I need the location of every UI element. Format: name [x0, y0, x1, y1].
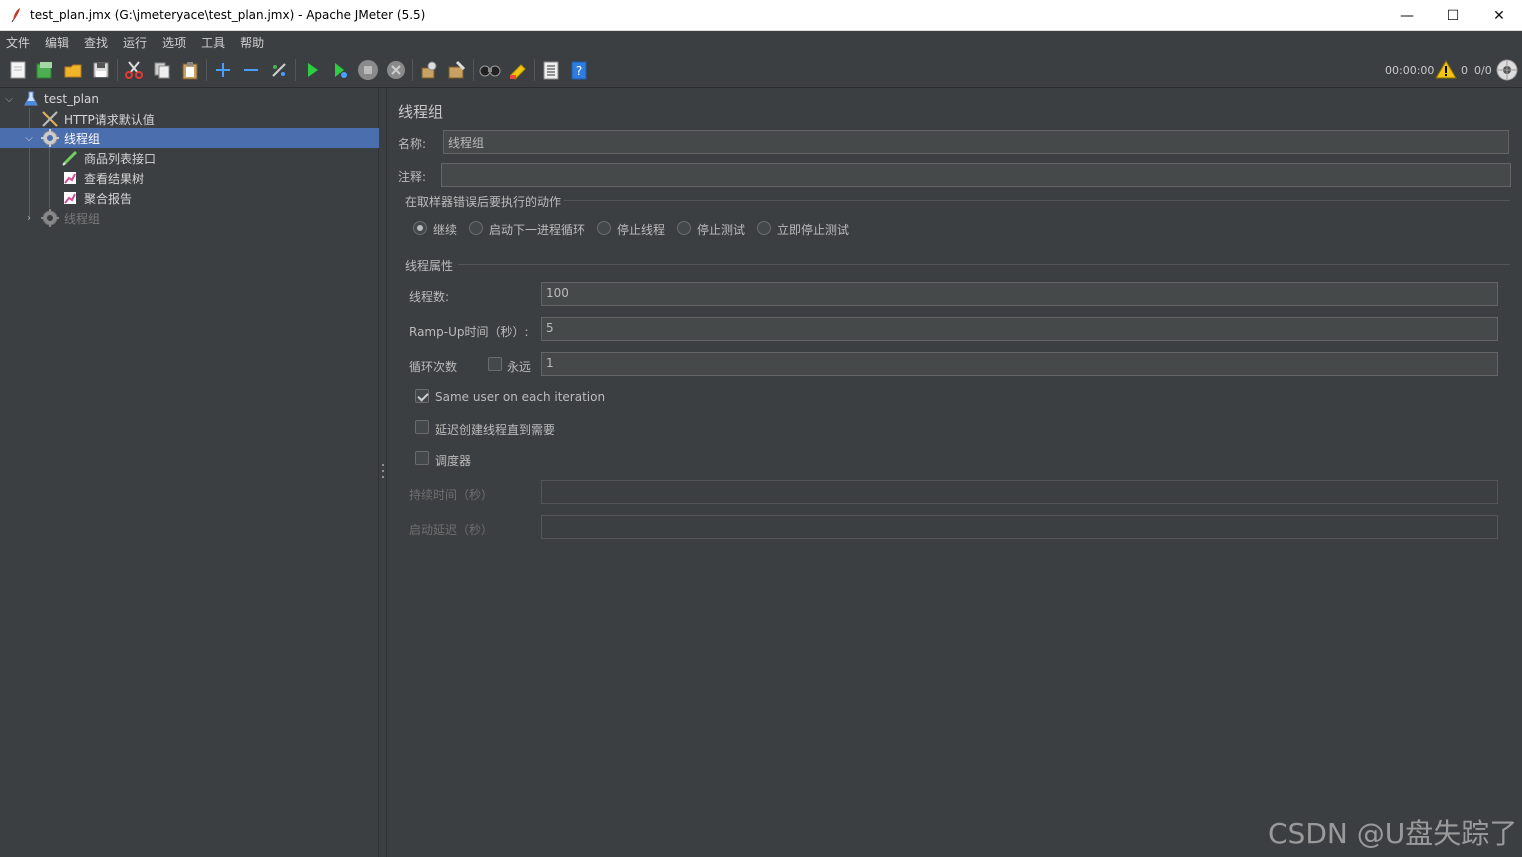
startup-delay-field[interactable]	[541, 515, 1498, 539]
startup-delay-label: 启动延迟（秒）	[409, 523, 494, 537]
window-title: test_plan.jmx (G:\jmeteryace\test_plan.j…	[30, 8, 426, 22]
scheduler-checkbox[interactable]	[415, 451, 429, 465]
same-user-label: Same user on each iteration	[435, 390, 606, 404]
radio-stop-test-now[interactable]	[757, 221, 771, 235]
toggle-icon[interactable]	[267, 58, 291, 82]
thread-group-icon	[41, 129, 59, 147]
tree-item-aggregate-report[interactable]: 聚合报告	[0, 188, 379, 208]
copy-icon[interactable]	[150, 58, 174, 82]
close-button[interactable]: ✕	[1476, 0, 1522, 31]
expand-icon[interactable]	[211, 58, 235, 82]
delay-thread-creation-label: 延迟创建线程直到需要	[435, 423, 556, 437]
radio-stop-test-label: 停止测试	[697, 223, 746, 237]
menu-run[interactable]: 运行	[119, 34, 153, 51]
thread-count: 0/0	[1474, 64, 1492, 77]
open-icon[interactable]	[61, 58, 85, 82]
same-user-checkbox[interactable]	[415, 389, 429, 403]
page-title: 线程组	[398, 103, 444, 121]
radio-stop-test[interactable]	[677, 221, 691, 235]
listener-icon	[61, 169, 79, 187]
tree-item-thread-group-disabled[interactable]: › 线程组	[0, 208, 379, 228]
clear-icon[interactable]	[417, 58, 441, 82]
minimize-button[interactable]: —	[1384, 0, 1430, 31]
search-icon[interactable]	[478, 58, 502, 82]
thread-group-editor: 线程组 名称: 线程组 注释: 在取样器错误后要执行的动作 继续 启动下一进程循…	[388, 88, 1522, 857]
radio-stop-thread-label: 停止线程	[617, 223, 666, 237]
config-element-icon	[41, 110, 59, 128]
new-icon[interactable]	[6, 58, 30, 82]
radio-continue[interactable]	[413, 221, 427, 235]
tree-item-test-plan[interactable]: ⌵ test_plan	[0, 89, 379, 109]
chevron-down-icon[interactable]: ⌵	[4, 94, 14, 105]
menu-file[interactable]: 文件	[2, 34, 36, 51]
thread-group-icon	[41, 209, 59, 227]
scheduler-label: 调度器	[435, 454, 472, 468]
threads-field[interactable]: 100	[541, 282, 1498, 306]
help-icon[interactable]: ?	[567, 58, 591, 82]
radio-start-next-loop[interactable]	[469, 221, 483, 235]
duration-label: 持续时间（秒）	[409, 488, 494, 502]
start-no-pause-icon[interactable]	[328, 58, 352, 82]
error-action-title: 在取样器错误后要执行的动作	[405, 195, 562, 209]
templates-icon[interactable]	[33, 58, 57, 82]
radio-start-next-loop-label: 启动下一进程循环	[489, 223, 586, 237]
watermark: CSDN @U盘失踪了	[1268, 817, 1518, 850]
name-label: 名称:	[398, 137, 427, 151]
error-count: 0	[1461, 64, 1468, 77]
loop-count-label: 循环次数	[409, 360, 458, 374]
test-plan-tree: ⌵ test_plan HTTP请求默认值 ⌵ 线程组 商品列表接口 查看结果树	[0, 88, 379, 857]
tree-item-view-results-tree[interactable]: 查看结果树	[0, 168, 379, 188]
paste-icon[interactable]	[178, 58, 202, 82]
clear-all-icon[interactable]	[445, 58, 469, 82]
menu-tools[interactable]: 工具	[197, 34, 231, 51]
menu-bar: 文件 编辑 查找 运行 选项 工具 帮助	[0, 31, 1522, 53]
start-icon[interactable]	[300, 58, 324, 82]
comment-field[interactable]	[441, 163, 1511, 187]
menu-edit[interactable]: 编辑	[41, 34, 75, 51]
collapse-icon[interactable]	[239, 58, 263, 82]
menu-options[interactable]: 选项	[158, 34, 192, 51]
radio-stop-test-now-label: 立即停止测试	[777, 223, 850, 237]
maximize-button[interactable]: ☐	[1430, 0, 1476, 31]
thread-props-title: 线程属性	[405, 259, 454, 273]
test-plan-icon	[22, 90, 40, 108]
tree-item-http-defaults[interactable]: HTTP请求默认值	[0, 109, 379, 129]
elapsed-time: 00:00:00	[1385, 64, 1435, 77]
svg-text:?: ?	[576, 64, 582, 78]
pane-splitter[interactable]	[379, 88, 387, 857]
jmeter-feather-icon	[9, 7, 23, 23]
threads-label: 线程数:	[409, 290, 450, 304]
rampup-field[interactable]: 5	[541, 317, 1498, 341]
reset-search-icon[interactable]	[506, 58, 530, 82]
splitter-grip-icon[interactable]	[381, 464, 384, 478]
function-helper-icon[interactable]	[539, 58, 563, 82]
loop-count-field[interactable]: 1	[541, 352, 1498, 376]
name-field[interactable]: 线程组	[443, 130, 1509, 154]
tree-item-product-list[interactable]: 商品列表接口	[0, 148, 379, 168]
duration-field[interactable]	[541, 480, 1498, 504]
chevron-right-icon[interactable]: ›	[24, 213, 34, 224]
forever-checkbox[interactable]	[488, 357, 502, 371]
save-icon[interactable]	[89, 58, 113, 82]
chevron-down-icon[interactable]: ⌵	[24, 133, 34, 144]
http-sampler-icon	[61, 149, 79, 167]
shutdown-icon[interactable]	[384, 58, 408, 82]
tree-item-thread-group[interactable]: ⌵ 线程组	[0, 128, 379, 148]
listener-icon	[61, 189, 79, 207]
warning-icon[interactable]	[1435, 59, 1457, 82]
stop-icon[interactable]	[356, 58, 380, 82]
radio-continue-label: 继续	[433, 223, 458, 237]
radio-stop-thread[interactable]	[597, 221, 611, 235]
window-titlebar: test_plan.jmx (G:\jmeteryace\test_plan.j…	[0, 0, 1522, 31]
cut-icon[interactable]	[122, 58, 146, 82]
rampup-label: Ramp-Up时间（秒）:	[409, 325, 529, 339]
menu-help[interactable]: 帮助	[236, 34, 270, 51]
delay-thread-creation-checkbox[interactable]	[415, 420, 429, 434]
menu-search[interactable]: 查找	[80, 34, 114, 51]
comment-label: 注释:	[398, 170, 427, 184]
forever-label: 永远	[507, 360, 532, 374]
toolbar: ? 00:00:00 0 0/0	[0, 53, 1522, 88]
remote-engines-icon[interactable]	[1496, 59, 1518, 84]
